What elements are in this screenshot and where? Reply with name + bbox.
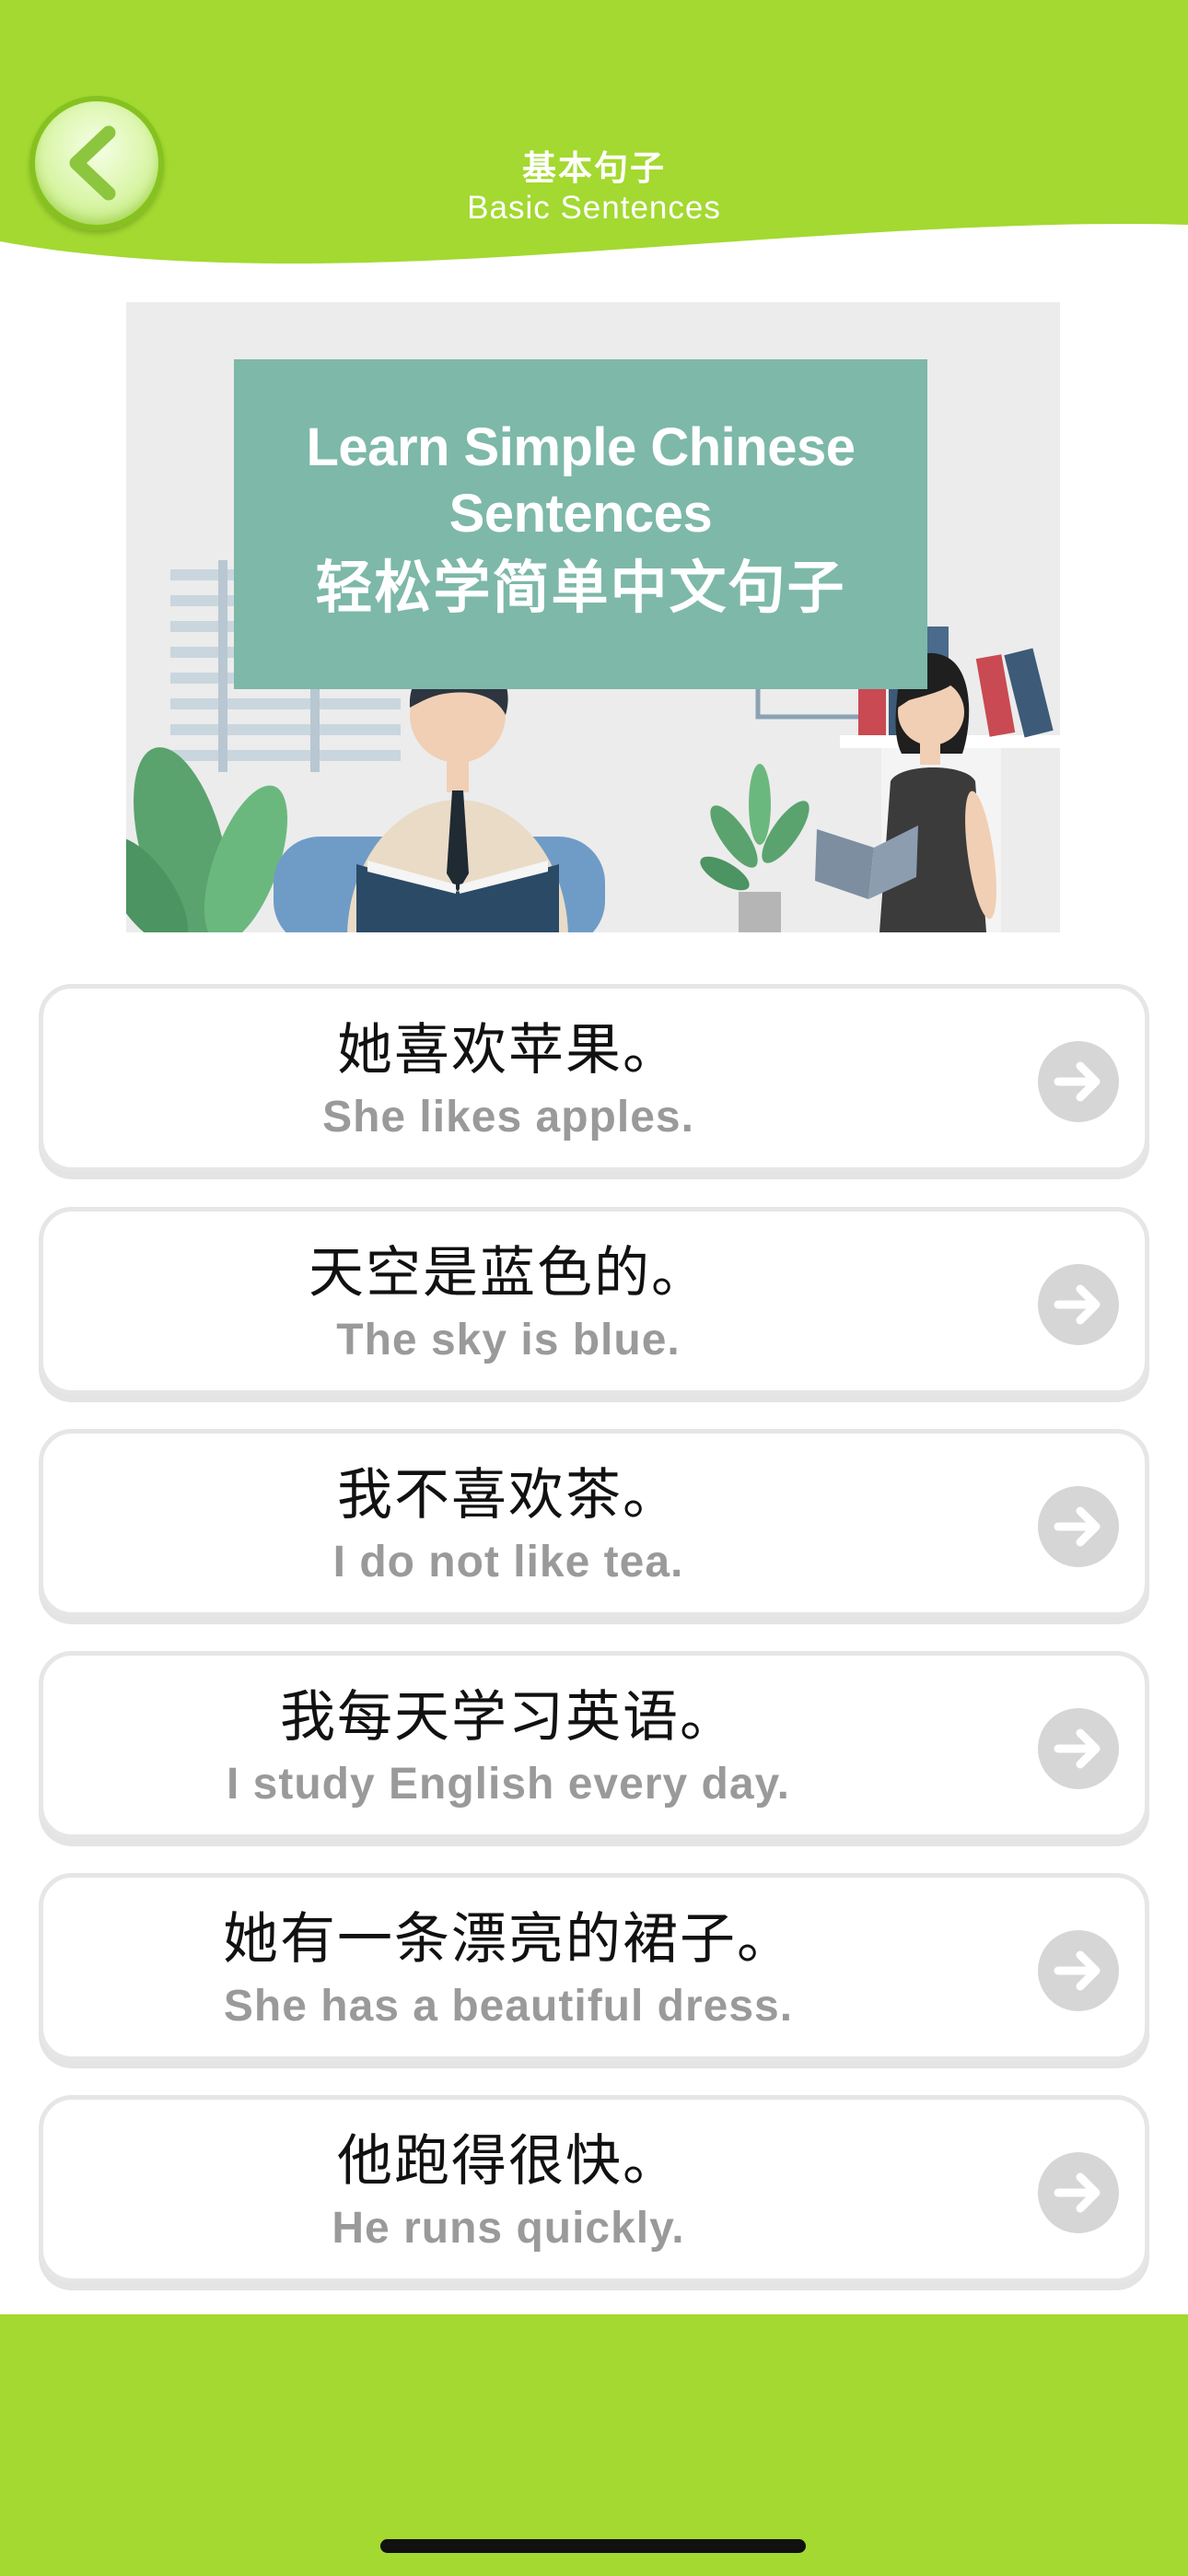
sentence-english: The sky is blue. [336,1316,681,1364]
arrow-right-icon[interactable] [1038,1041,1119,1122]
sentence-english: She likes apples. [322,1093,694,1142]
back-button[interactable] [29,96,164,230]
sentence-card[interactable]: 天空是蓝色的。 The sky is blue. [39,1207,1149,1395]
arrow-right-icon[interactable] [1038,1930,1119,2011]
sentence-card[interactable]: 我每天学习英语。 I study English every day. [39,1651,1149,1839]
arrow-right-icon[interactable] [1038,2152,1119,2233]
sentence-card[interactable]: 我不喜欢茶。 I do not like tea. [39,1429,1149,1617]
sentence-chinese: 我不喜欢茶。 [337,1463,680,1528]
sentence-english: She has a beautiful dress. [223,1982,794,2031]
sentence-english: He runs quickly. [332,2204,685,2253]
header-wave-background [0,0,1188,263]
sentence-chinese: 天空是蓝色的。 [309,1241,708,1306]
sentence-english: I study English every day. [227,1760,790,1809]
arrow-right-icon[interactable] [1038,1708,1119,1789]
sentence-chinese: 他跑得很快。 [337,2129,680,2194]
page-title-chinese: 基本句子 [522,148,666,188]
sentence-card[interactable]: 他跑得很快。 He runs quickly. [39,2095,1149,2283]
sentence-english: I do not like tea. [332,1538,684,1587]
header: 基本句子 Basic Sentences [0,0,1188,286]
page-title: 基本句子 Basic Sentences [410,147,778,227]
arrow-right-icon[interactable] [1038,1486,1119,1567]
banner-title-english: Learn Simple Chinese Sentences [306,417,856,544]
page-title-english: Basic Sentences [467,190,721,226]
sentence-card[interactable]: 她喜欢苹果。 She likes apples. [39,984,1149,1172]
sentence-chinese: 她喜欢苹果。 [337,1018,680,1083]
home-indicator[interactable] [380,2539,806,2553]
footer-bar [0,2314,1188,2576]
sentence-card[interactable]: 她有一条漂亮的裙子。 She has a beautiful dress. [39,1873,1149,2061]
sentence-chinese: 她有一条漂亮的裙子。 [223,1907,794,1972]
chevron-left-icon [69,125,116,201]
sentence-chinese: 我每天学习英语。 [280,1685,737,1750]
banner-title-chinese: 轻松学简单中文句子 [315,554,846,621]
banner-title-panel: Learn Simple Chinese Sentences 轻松学简单中文句子 [234,359,927,689]
hero-banner: Learn Simple Chinese Sentences 轻松学简单中文句子 [126,302,1060,932]
arrow-right-icon[interactable] [1038,1264,1119,1345]
